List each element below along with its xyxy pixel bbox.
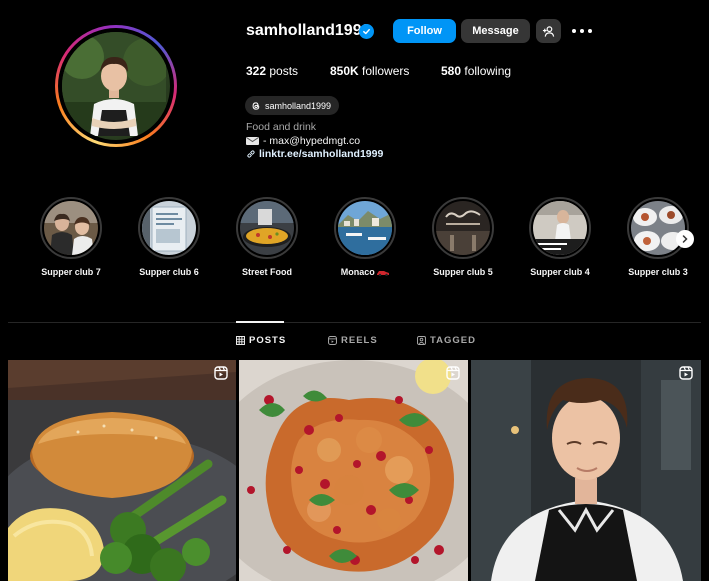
- threads-handle: samholland1999: [265, 100, 332, 111]
- highlight-ring: [432, 197, 494, 259]
- following-count: 580: [441, 64, 462, 78]
- threads-badge[interactable]: samholland1999: [245, 96, 340, 115]
- reels-icon: [328, 336, 337, 345]
- bio-email-line: - max@hypedmgt.co: [246, 135, 360, 147]
- highlight-cover: [240, 201, 294, 255]
- post-tile-pie[interactable]: [8, 360, 236, 581]
- chevron-right-icon: [682, 235, 688, 243]
- tab-reels-label: REELS: [341, 335, 378, 346]
- highlight-label: Supper club 3: [628, 267, 688, 277]
- post-image: [239, 360, 468, 581]
- race-car-icon: [377, 271, 390, 277]
- highlight-monaco[interactable]: Monaco: [325, 197, 405, 277]
- highlight-ring: [529, 197, 591, 259]
- highlight-ring: [627, 197, 689, 259]
- tab-reels[interactable]: REELS: [328, 335, 378, 346]
- following-label: following: [464, 64, 512, 78]
- profile-category: Food and drink: [246, 121, 317, 133]
- stat-followers[interactable]: 850K followers: [330, 64, 409, 78]
- highlight-supper-club-4[interactable]: Supper club 4: [520, 197, 600, 277]
- highlight-label: Monaco: [325, 267, 405, 277]
- highlight-cover: [533, 201, 587, 255]
- highlight-label-text: Monaco: [340, 267, 375, 277]
- highlight-label: Supper club 7: [41, 267, 101, 277]
- post-tile-chef[interactable]: [471, 360, 701, 581]
- highlight-label: Supper club 4: [530, 267, 590, 277]
- bio-link[interactable]: linktr.ee/samholland1999: [246, 148, 383, 160]
- reel-indicator-icon: [446, 366, 460, 380]
- reel-indicator-icon: [679, 366, 693, 380]
- reel-indicator-icon: [214, 366, 228, 380]
- stat-following[interactable]: 580 following: [441, 64, 511, 78]
- highlight-cover: [44, 201, 98, 255]
- bio-link-text: linktr.ee/samholland1999: [259, 148, 384, 160]
- highlight-label: Street Food: [241, 267, 292, 277]
- profile-avatar-ring[interactable]: [55, 25, 177, 147]
- post-tile-cauliflower[interactable]: [239, 360, 468, 581]
- link-icon: [247, 150, 255, 158]
- highlight-supper-club-5[interactable]: Supper club 5: [423, 197, 503, 277]
- tab-tagged[interactable]: TAGGED: [417, 335, 476, 346]
- highlight-supper-club-6[interactable]: Supper club 6: [129, 197, 209, 277]
- envelope-icon: [246, 137, 259, 145]
- highlight-label: Supper club 5: [433, 267, 493, 277]
- posts-label: posts: [269, 64, 299, 78]
- highlight-cover: [631, 201, 685, 255]
- verified-badge-icon: [359, 24, 374, 39]
- highlight-cover: [436, 201, 490, 255]
- tabs-divider: [8, 322, 701, 323]
- tab-posts-label: POSTS: [249, 335, 287, 346]
- add-person-icon: [542, 25, 555, 37]
- highlight-ring: [40, 197, 102, 259]
- followers-label: followers: [362, 64, 410, 78]
- posts-count: 322: [246, 64, 267, 78]
- avatar-frame: [58, 28, 174, 144]
- highlight-ring: [138, 197, 200, 259]
- highlight-cover: [338, 201, 392, 255]
- highlight-cover: [142, 201, 196, 255]
- grid-icon: [236, 336, 245, 345]
- more-options-icon[interactable]: [572, 26, 592, 36]
- bio-email: - max@hypedmgt.co: [263, 135, 361, 147]
- tagged-icon: [417, 336, 426, 345]
- threads-icon: [252, 101, 260, 110]
- tab-tagged-label: TAGGED: [430, 335, 476, 346]
- highlight-supper-club-7[interactable]: Supper club 7: [31, 197, 111, 277]
- highlight-ring: [236, 197, 298, 259]
- suggested-accounts-button[interactable]: [536, 19, 561, 43]
- highlight-label: Supper club 6: [139, 267, 199, 277]
- post-image: [471, 360, 701, 581]
- active-tab-indicator: [236, 321, 284, 323]
- followers-count: 850K: [330, 64, 359, 78]
- tab-posts[interactable]: POSTS: [236, 335, 286, 346]
- highlight-street-food[interactable]: Street Food: [227, 197, 307, 277]
- profile-username: samholland1999: [246, 22, 371, 39]
- post-image: [8, 360, 236, 581]
- message-button[interactable]: Message: [461, 19, 530, 43]
- stat-posts: 322 posts: [246, 64, 298, 78]
- avatar: [62, 32, 170, 140]
- highlight-ring: [334, 197, 396, 259]
- highlights-next-button[interactable]: [676, 230, 694, 248]
- follow-button[interactable]: Follow: [393, 19, 456, 43]
- avatar-photo: [62, 32, 170, 136]
